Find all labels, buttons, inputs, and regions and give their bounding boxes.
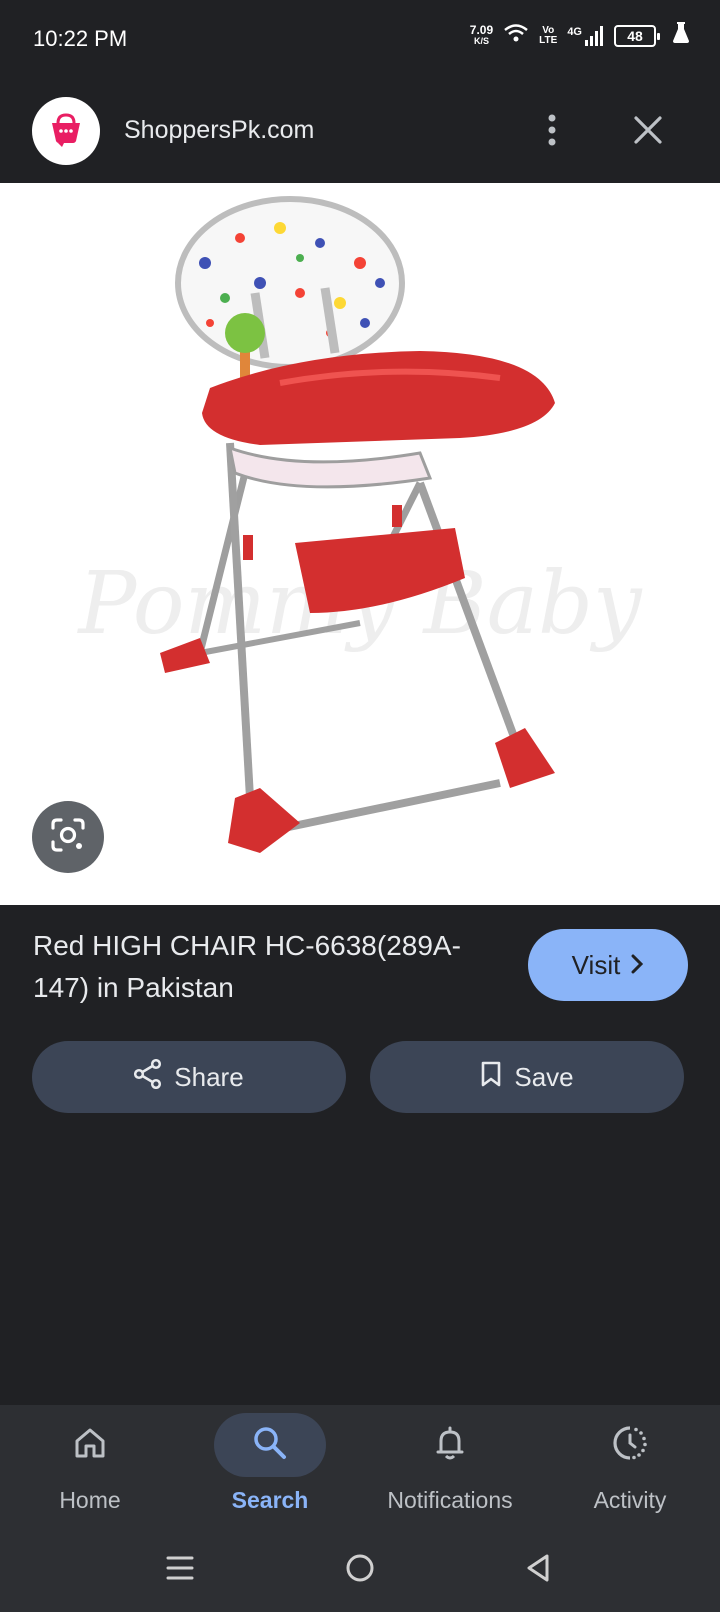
back-button[interactable] xyxy=(508,1542,568,1598)
google-lens-button[interactable] xyxy=(32,801,104,873)
network-speed: 7.09 K/S xyxy=(469,22,494,47)
volte-indicator: Vo LTE xyxy=(539,24,558,46)
result-title[interactable]: Red HIGH CHAIR HC-6638(289A-147) in Paki… xyxy=(33,925,473,1009)
save-label: Save xyxy=(514,1061,574,1092)
close-button[interactable] xyxy=(624,107,672,157)
nav-notifications[interactable]: Notifications xyxy=(360,1405,540,1530)
activity-icon xyxy=(611,1424,649,1467)
flask-icon xyxy=(672,22,690,49)
page-header: ShoppersPk.com xyxy=(0,82,720,183)
share-icon xyxy=(134,1058,162,1096)
nav-notifications-label: Notifications xyxy=(387,1487,513,1513)
visit-button[interactable]: Visit xyxy=(528,929,688,1001)
chevron-right-icon xyxy=(630,950,644,981)
nav-search[interactable]: Search xyxy=(180,1405,360,1530)
bookmark-icon xyxy=(480,1060,502,1095)
high-chair-illustration: Pommy Baby xyxy=(76,196,643,853)
lens-icon xyxy=(49,816,87,859)
menu-lines-icon xyxy=(165,1554,195,1587)
battery-indicator: 48 xyxy=(614,24,660,47)
bottom-navigation: Home Search Notifications Activity xyxy=(0,1405,720,1530)
visit-button-label: Visit xyxy=(571,949,621,980)
status-icons: 7.09 K/S Vo LTE 4G 48 xyxy=(470,22,690,49)
share-button[interactable]: Share xyxy=(32,1041,346,1113)
site-name[interactable]: ShoppersPk.com xyxy=(124,116,314,145)
status-time: 10:22 PM xyxy=(33,26,128,51)
nav-search-label: Search xyxy=(231,1487,309,1513)
save-button[interactable]: Save xyxy=(370,1041,684,1113)
volte-top: Vo xyxy=(542,24,555,36)
recents-button[interactable] xyxy=(150,1542,210,1598)
nav-home-icon-container xyxy=(34,1413,146,1477)
signal-icon: 4G xyxy=(567,25,604,46)
bell-icon xyxy=(434,1425,466,1466)
network-type: 4G xyxy=(567,25,582,38)
search-icon xyxy=(252,1425,288,1466)
shopping-bag-icon xyxy=(46,109,86,154)
wifi-icon xyxy=(503,22,529,49)
nav-activity[interactable]: Activity xyxy=(540,1405,720,1530)
nav-home-label: Home xyxy=(59,1487,121,1513)
site-logo[interactable] xyxy=(32,97,100,165)
network-speed-value: 7.09 xyxy=(469,22,494,37)
nav-search-icon-container xyxy=(214,1413,326,1477)
nav-activity-label: Activity xyxy=(593,1487,667,1513)
more-vert-icon xyxy=(547,113,557,152)
circle-icon xyxy=(345,1553,375,1588)
status-bar: 10:22 PM 7.09 K/S Vo LTE 4G 48 xyxy=(0,0,720,82)
home-system-button[interactable] xyxy=(330,1542,390,1598)
nav-home[interactable]: Home xyxy=(0,1405,180,1530)
share-label: Share xyxy=(174,1061,244,1092)
home-icon xyxy=(73,1426,107,1465)
volte-bottom: LTE xyxy=(539,34,558,46)
network-speed-unit: K/S xyxy=(473,35,489,46)
more-options-button[interactable] xyxy=(530,107,574,157)
system-navigation-bar xyxy=(0,1530,720,1612)
product-image[interactable]: Pommy Baby xyxy=(0,183,720,905)
nav-notifications-icon-container xyxy=(394,1413,506,1477)
nav-activity-icon-container xyxy=(574,1413,686,1477)
back-triangle-icon xyxy=(525,1553,551,1588)
close-icon xyxy=(633,115,663,150)
